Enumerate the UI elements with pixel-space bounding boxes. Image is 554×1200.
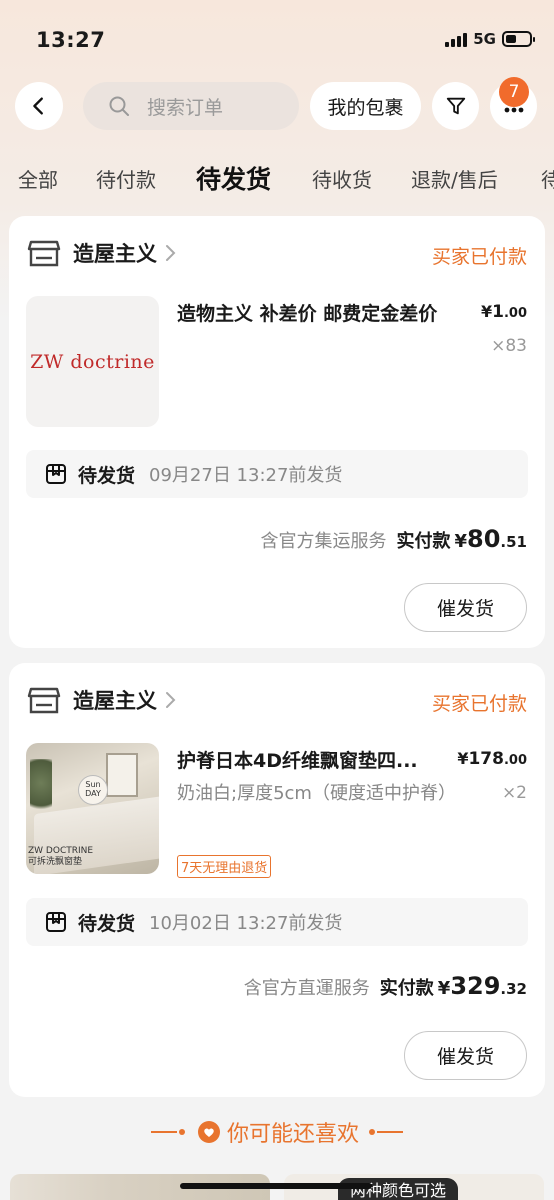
- total-amount-decimal: .32: [500, 980, 527, 998]
- order-card[interactable]: 造屋主义 买家已付款 ZW doctrine 造物主义 补差价 邮费定金差价 ¥…: [9, 216, 545, 648]
- total-amount: 80: [467, 525, 501, 553]
- service-note: 含官方集运服务: [260, 531, 387, 552]
- product-quantity: ×83: [491, 336, 527, 356]
- signal-icon: [445, 31, 468, 47]
- shipping-status-label: 待发货: [78, 464, 136, 487]
- picture-frame-decoration: [106, 753, 138, 797]
- filter-button[interactable]: [432, 82, 479, 130]
- tab-all[interactable]: 全部: [18, 164, 58, 193]
- return-policy-tag: 7天无理由退货: [177, 855, 272, 878]
- filter-icon: [446, 97, 465, 115]
- product-price: ¥178.00: [457, 749, 527, 769]
- tab-pending-shipment[interactable]: 待发货: [196, 160, 271, 196]
- paid-label: 实付款: [379, 978, 434, 999]
- total-currency: ¥: [437, 978, 451, 999]
- shop-name: 造屋主义: [73, 689, 157, 713]
- brand-logo: ZW doctrine: [30, 350, 155, 373]
- shop-icon: [27, 240, 61, 267]
- product-title[interactable]: 护脊日本4D纤维飘窗垫四...: [177, 746, 469, 773]
- search-placeholder: 搜索订单: [147, 96, 224, 119]
- shipping-deadline-bar: 待发货 09月27日 13:27前发货: [26, 450, 528, 498]
- divider-line: [150, 1131, 177, 1133]
- plant-decoration: [30, 759, 52, 819]
- recommendation-title: 你可能还喜欢: [226, 1122, 359, 1147]
- order-status: 买家已付款: [431, 693, 527, 715]
- tab-refund-aftersale[interactable]: 退款/售后: [411, 164, 498, 193]
- order-status: 买家已付款: [431, 246, 527, 268]
- status-indicators: 5G: [445, 30, 535, 48]
- product-quantity: ×2: [501, 783, 527, 803]
- sunday-card: Sun DAY: [78, 775, 108, 805]
- product-thumbnail[interactable]: Sun DAY ZW DOCTRINE 可拆洗飘窗垫: [26, 743, 159, 874]
- notification-badge: 7: [499, 77, 529, 107]
- chevron-right-icon: [166, 692, 176, 708]
- chevron-left-icon: [33, 97, 43, 115]
- product-price: ¥1.00: [480, 302, 527, 322]
- header: 搜索订单 我的包裹: [0, 82, 554, 132]
- service-note: 含官方直運服务: [243, 978, 370, 999]
- product-sku: 奶油白;厚度5cm（硬度适中护脊）: [177, 783, 456, 804]
- chevron-right-icon: [166, 245, 176, 261]
- package-box-icon: [46, 912, 66, 932]
- tab-more[interactable]: 待: [541, 164, 554, 193]
- shipping-status-label: 待发货: [78, 912, 136, 935]
- search-icon: [109, 96, 129, 116]
- thumbnail-brand-text: ZW DOCTRINE 可拆洗飘窗垫: [28, 846, 94, 868]
- shop-row[interactable]: 造屋主义: [27, 685, 177, 715]
- remind-ship-button[interactable]: 催发货: [404, 1031, 527, 1080]
- total-currency: ¥: [454, 531, 468, 552]
- divider-dot: [178, 1129, 185, 1135]
- total-amount: 329: [450, 972, 501, 1000]
- order-card[interactable]: 造屋主义 买家已付款 Sun DAY ZW DOCTRINE 可拆洗飘窗垫 护脊…: [9, 663, 545, 1097]
- battery-icon: [502, 31, 535, 47]
- total-amount-decimal: .51: [500, 533, 527, 551]
- product-thumbnail[interactable]: ZW doctrine: [26, 296, 159, 427]
- status-time: 13:27: [36, 28, 106, 52]
- heart-icon: [197, 1121, 220, 1143]
- tab-pending-payment[interactable]: 待付款: [96, 164, 156, 193]
- remind-ship-button[interactable]: 催发货: [404, 583, 527, 632]
- recommended-product-label: 两种颜色可选: [338, 1178, 459, 1200]
- shipping-deadline: 10月02日 13:27前发货: [149, 913, 343, 934]
- home-indicator[interactable]: [180, 1183, 372, 1189]
- back-button[interactable]: [15, 82, 63, 130]
- shop-icon: [27, 687, 61, 714]
- my-packages-button[interactable]: 我的包裹: [310, 82, 421, 130]
- shop-row[interactable]: 造屋主义: [27, 238, 177, 268]
- network-label: 5G: [473, 30, 496, 48]
- product-title[interactable]: 造物主义 补差价 邮费定金差价: [177, 299, 469, 326]
- status-bar: 13:27 5G: [0, 0, 554, 78]
- order-tabs: 全部 待付款 待发货 待收货 退款/售后 待: [0, 160, 554, 200]
- tab-pending-receipt[interactable]: 待收货: [312, 164, 372, 193]
- order-total-row: 含官方集运服务 实付款 ¥ 80 .51: [260, 525, 527, 553]
- recommendation-header: 你可能还喜欢: [0, 1112, 554, 1152]
- divider-line: [377, 1131, 403, 1133]
- search-input[interactable]: 搜索订单: [83, 82, 299, 130]
- shipping-deadline-bar: 待发货 10月02日 13:27前发货: [26, 898, 528, 946]
- paid-label: 实付款: [396, 531, 451, 552]
- shop-name: 造屋主义: [73, 242, 157, 266]
- package-box-icon: [46, 464, 66, 484]
- shipping-deadline: 09月27日 13:27前发货: [149, 465, 343, 486]
- divider-dot: [369, 1129, 375, 1135]
- order-total-row: 含官方直運服务 实付款 ¥ 329 .32: [244, 972, 527, 1000]
